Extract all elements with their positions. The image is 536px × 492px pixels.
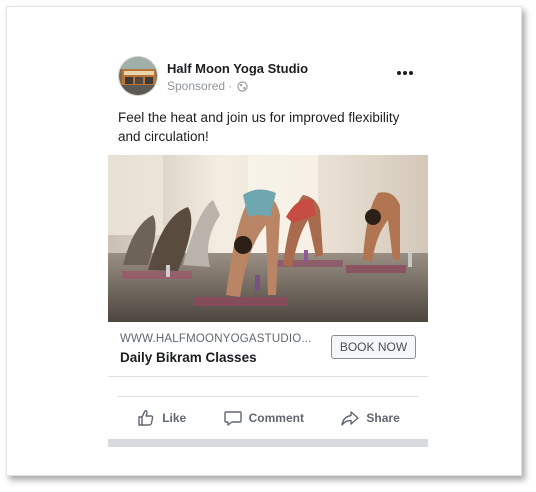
like-button[interactable]: Like: [136, 402, 186, 428]
comment-button[interactable]: Comment: [223, 402, 304, 428]
comment-label: Comment: [248, 411, 304, 425]
card-bottom-bar: [108, 439, 428, 447]
link-domain: WWW.HALFMOONYOGASTUDIO...: [120, 333, 312, 345]
ad-image[interactable]: [108, 155, 428, 322]
share-label: Share: [366, 411, 400, 425]
meta-separator: ·: [228, 79, 233, 93]
page-avatar[interactable]: [118, 56, 158, 96]
share-icon: [341, 411, 360, 426]
share-button[interactable]: Share: [340, 402, 400, 428]
post-actions: Like Comment Share: [118, 396, 418, 433]
ad-preview-frame: Half Moon Yoga Studio Sponsored · Feel t…: [6, 6, 522, 476]
globe-icon: [237, 80, 248, 92]
sponsored-post-card: Half Moon Yoga Studio Sponsored · Feel t…: [108, 54, 428, 447]
link-preview[interactable]: WWW.HALFMOONYOGASTUDIO... Daily Bikram C…: [108, 322, 428, 377]
page-name[interactable]: Half Moon Yoga Studio: [167, 61, 308, 76]
more-options-icon[interactable]: [394, 66, 416, 80]
link-headline: Daily Bikram Classes: [120, 350, 257, 365]
post-header: Half Moon Yoga Studio Sponsored ·: [108, 54, 428, 100]
sponsored-label[interactable]: Sponsored: [167, 79, 225, 93]
comment-icon: [223, 411, 242, 426]
like-label: Like: [162, 411, 187, 425]
sponsored-meta: Sponsored ·: [167, 79, 248, 93]
post-text: Feel the heat and join us for improved f…: [118, 110, 400, 144]
thumbs-up-icon: [138, 410, 154, 426]
book-now-button[interactable]: BOOK NOW: [331, 335, 416, 359]
